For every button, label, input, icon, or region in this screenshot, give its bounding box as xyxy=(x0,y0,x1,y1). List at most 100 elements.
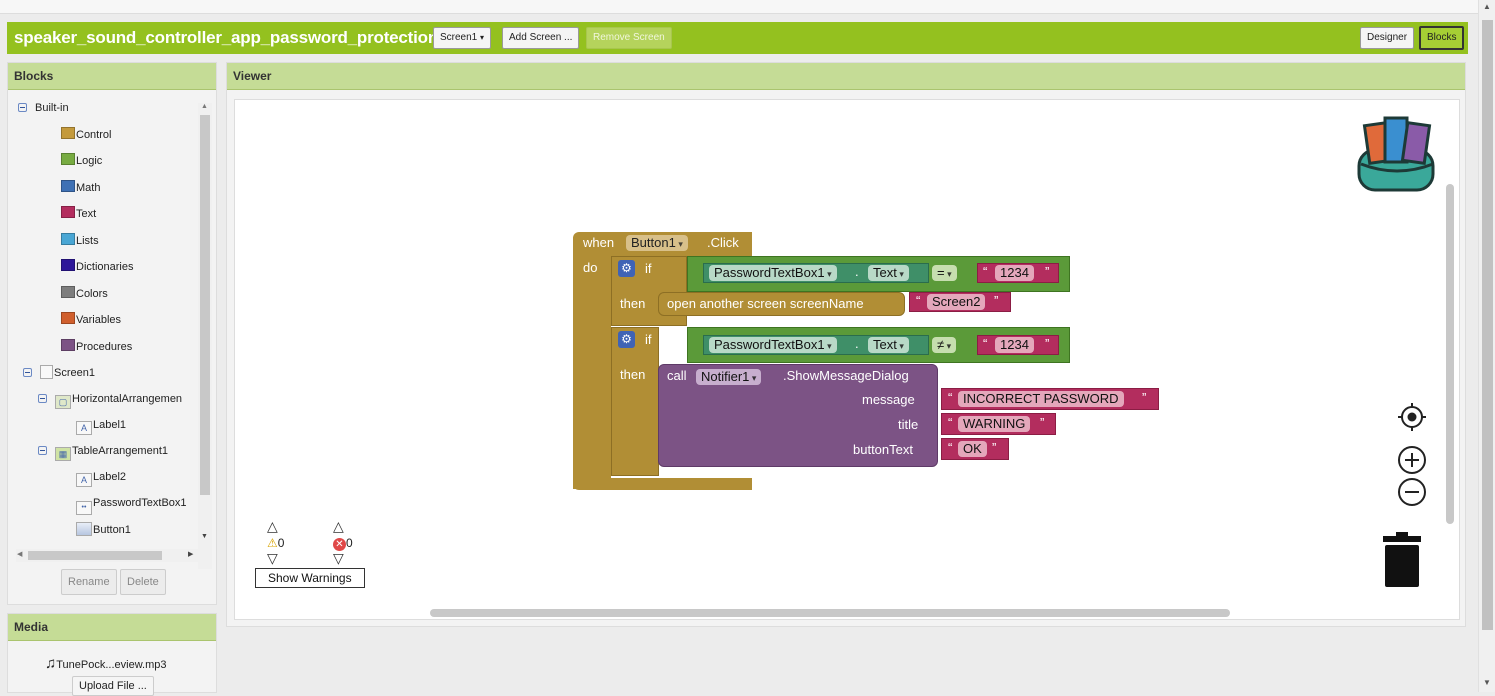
rename-button[interactable]: Rename xyxy=(61,569,117,595)
label-icon: A xyxy=(76,421,92,435)
button-icon xyxy=(76,522,92,536)
blocks-tree-vscroll-thumb[interactable] xyxy=(200,115,210,495)
error-next-icon[interactable]: ▽ xyxy=(333,550,344,567)
event-block-spine xyxy=(573,256,611,489)
error-prev-icon[interactable]: △ xyxy=(333,518,344,535)
getter-property-dropdown[interactable]: Text xyxy=(868,265,909,281)
backpack-icon[interactable] xyxy=(1353,114,1443,194)
builtin-logic[interactable]: Logic xyxy=(61,150,102,172)
collapse-icon[interactable] xyxy=(38,394,47,403)
gear-icon[interactable]: ⚙ xyxy=(618,331,635,348)
trash-icon[interactable] xyxy=(1381,532,1423,588)
compare-operator-dropdown[interactable]: ≠ xyxy=(932,337,957,353)
quote-close-icon: ” xyxy=(992,440,997,455)
gear-icon[interactable]: ⚙ xyxy=(618,260,635,277)
tree-screen1[interactable]: Screen1 xyxy=(23,362,95,384)
blocks-button[interactable]: Blocks xyxy=(1419,26,1465,50)
blocks-tree-hscroll[interactable]: ◀ ▶ xyxy=(16,549,212,562)
media-panel: Media ♫TunePock...eview.mp3 Upload File … xyxy=(7,613,217,696)
builtin-label: Control xyxy=(76,129,112,141)
screen-name-field[interactable]: Screen2 xyxy=(927,294,986,310)
tree-label1[interactable]: A Label1 xyxy=(76,414,126,436)
blocks-tree-vscroll[interactable]: ▲ ▼ xyxy=(198,103,212,569)
builtin-math[interactable]: Math xyxy=(61,177,100,199)
getter-component-dropdown[interactable]: PasswordTextBox1 xyxy=(709,337,837,353)
buttontext-value-field[interactable]: OK xyxy=(958,441,987,457)
window-scroll-thumb[interactable] xyxy=(1482,20,1493,630)
horizontal-arrangement-icon: ▢ xyxy=(55,395,71,409)
method-label: .ShowMessageDialog xyxy=(783,368,909,383)
scroll-up-icon[interactable]: ▲ xyxy=(201,103,208,110)
variables-swatch-icon xyxy=(61,312,75,324)
scroll-up-icon[interactable]: ▲ xyxy=(1483,2,1491,11)
tree-button1[interactable]: Button1 xyxy=(76,519,131,541)
arg-message-label: message xyxy=(862,392,915,407)
do-label: do xyxy=(583,260,598,275)
builtin-control[interactable]: Control xyxy=(61,124,111,146)
collapse-icon[interactable] xyxy=(38,446,47,455)
message-value-field[interactable]: INCORRECT PASSWORD xyxy=(958,391,1124,407)
text-value-field[interactable]: 1234 xyxy=(995,337,1034,353)
zoom-out-icon[interactable] xyxy=(1397,477,1427,507)
collapse-icon[interactable] xyxy=(23,368,32,377)
music-note-icon: ♫ xyxy=(45,655,57,672)
quote-open-icon: “ xyxy=(948,390,953,405)
builtin-label: Variables xyxy=(76,314,122,326)
warning-prev-icon[interactable]: △ xyxy=(267,518,278,535)
show-warnings-button[interactable]: Show Warnings xyxy=(255,568,365,588)
getter-component-dropdown[interactable]: PasswordTextBox1 xyxy=(709,265,837,281)
screen-select-button[interactable]: Screen1 ▾ xyxy=(433,27,492,49)
media-file-item[interactable]: ♫TunePock...eview.mp3 xyxy=(45,655,167,672)
quote-open-icon: “ xyxy=(948,415,953,430)
collapse-icon[interactable] xyxy=(18,103,27,112)
remove-screen-button[interactable]: Remove Screen xyxy=(586,27,672,49)
workspace-hscroll[interactable] xyxy=(430,609,1230,617)
dot-label: . xyxy=(855,336,859,351)
builtin-lists[interactable]: Lists xyxy=(61,230,99,252)
designer-button[interactable]: Designer xyxy=(1360,27,1415,49)
recenter-icon[interactable] xyxy=(1397,402,1427,432)
tree-builtin[interactable]: Built-in xyxy=(18,97,69,119)
builtin-procedures[interactable]: Procedures xyxy=(61,336,132,358)
project-toolbar: speaker_sound_controller_app_password_pr… xyxy=(7,22,1468,54)
tree-screen1-label: Screen1 xyxy=(54,367,95,379)
quote-close-icon: ” xyxy=(994,293,999,308)
scroll-right-icon[interactable]: ▶ xyxy=(188,550,193,558)
event-component-dropdown[interactable]: Button1 xyxy=(626,235,688,251)
title-value-field[interactable]: WARNING xyxy=(958,416,1031,432)
builtin-colors[interactable]: Colors xyxy=(61,283,108,305)
arg-title-label: title xyxy=(898,417,919,432)
quote-close-icon: ” xyxy=(1040,415,1045,430)
tree-table-arrangement[interactable]: ▦ TableArrangement1 xyxy=(38,440,168,462)
notifier-component-dropdown[interactable]: Notifier1 xyxy=(696,369,762,385)
builtin-variables[interactable]: Variables xyxy=(61,309,121,331)
scroll-down-icon[interactable]: ▼ xyxy=(1483,678,1491,687)
scroll-left-icon[interactable]: ◀ xyxy=(17,550,22,558)
upload-file-button[interactable]: Upload File ... xyxy=(72,676,154,696)
warnings-indicator[interactable]: ⚠0 xyxy=(267,536,284,550)
window-scrollbar[interactable]: ▲ ▼ xyxy=(1478,0,1495,692)
builtin-label: Dictionaries xyxy=(76,261,134,273)
tree-horizontal-arrangement[interactable]: ▢ HorizontalArrangemen xyxy=(38,388,182,410)
blocks-tree-hscroll-thumb[interactable] xyxy=(28,551,162,560)
then-label: then xyxy=(620,296,646,311)
delete-button[interactable]: Delete xyxy=(120,569,166,595)
errors-indicator[interactable]: ✕ 0 xyxy=(333,536,353,551)
warning-next-icon[interactable]: ▽ xyxy=(267,550,278,567)
add-screen-button[interactable]: Add Screen ... xyxy=(502,27,580,49)
workspace-vscroll[interactable] xyxy=(1446,184,1454,524)
builtin-label: Procedures xyxy=(76,341,133,353)
text-value-field[interactable]: 1234 xyxy=(995,265,1034,281)
builtin-dictionaries[interactable]: Dictionaries xyxy=(61,256,133,278)
zoom-in-icon[interactable] xyxy=(1397,445,1427,475)
getter-property-dropdown[interactable]: Text xyxy=(868,337,909,353)
tree-password-textbox[interactable]: •• PasswordTextBox1 xyxy=(76,492,187,515)
colors-swatch-icon xyxy=(61,286,75,298)
compare-operator-dropdown[interactable]: = xyxy=(932,265,957,281)
builtin-text[interactable]: Text xyxy=(61,203,96,225)
blocks-workspace[interactable]: when Button1 .Click do ⚙ if then Passwor… xyxy=(234,99,1460,620)
blocks-panel-title: Blocks xyxy=(8,63,216,90)
tree-label2[interactable]: A Label2 xyxy=(76,466,126,488)
screen-select-label: Screen1 xyxy=(440,32,478,43)
scroll-down-icon[interactable]: ▼ xyxy=(201,533,208,540)
